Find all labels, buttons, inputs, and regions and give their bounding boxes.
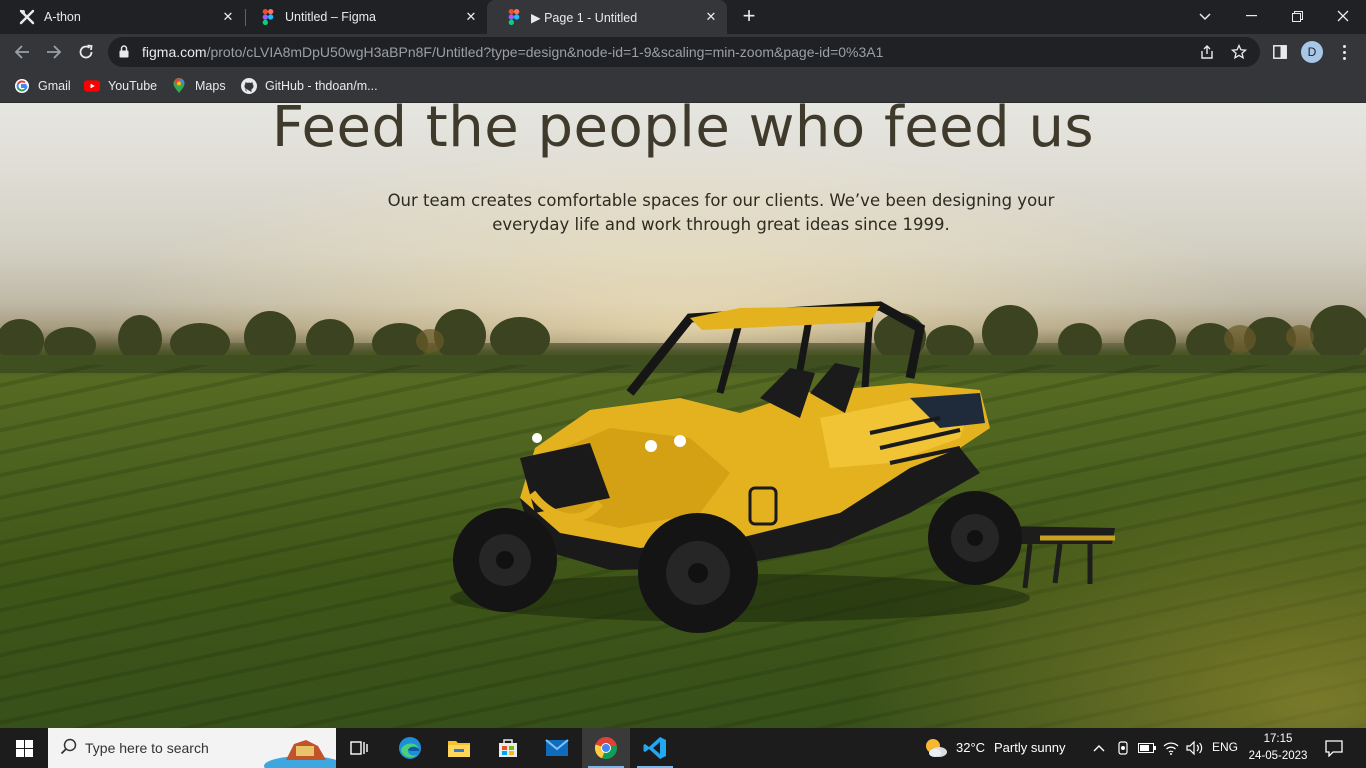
tab-title: A-thon: [44, 10, 81, 24]
bookmark-star-icon[interactable]: [1230, 43, 1248, 61]
wheel-front-left: [453, 508, 557, 612]
chevron-up-icon[interactable]: [1090, 739, 1108, 757]
clock-time: 17:15: [1263, 733, 1293, 745]
figma-prototype-viewport: Feed the people who feed us Our team cre…: [0, 103, 1366, 728]
wheel-rear: [928, 491, 1022, 585]
figma-icon: [260, 9, 276, 25]
windows-taskbar: Type here to search 32°C Partly sunny EN…: [0, 728, 1366, 768]
close-icon[interactable]: ✕: [701, 7, 721, 27]
task-view-button[interactable]: [336, 728, 384, 768]
hero-title: Feed the people who feed us: [271, 103, 1095, 160]
taskbar-mail[interactable]: [533, 728, 581, 768]
url-path: /proto/cLVIA8mDpU50wgH3aBPn8F/Untitled?t…: [206, 44, 884, 60]
taskbar-vscode[interactable]: [631, 728, 679, 768]
tab-athon[interactable]: A-thon ✕: [0, 0, 244, 34]
menu-kebab-icon[interactable]: [1336, 41, 1352, 63]
figma-icon: [506, 9, 522, 25]
maps-icon: [171, 78, 187, 94]
reload-button[interactable]: [72, 38, 100, 66]
utv-vehicle-image: [450, 301, 1115, 633]
tab-strip: A-thon ✕ Untitled – Figma ✕ ▶ Page 1 - U…: [0, 0, 1366, 34]
close-icon[interactable]: ✕: [218, 7, 238, 27]
bookmark-label: YouTube: [108, 79, 158, 93]
windows-start-button[interactable]: [0, 728, 48, 768]
bookmark-label: Gmail: [38, 79, 71, 93]
edge-icon: [399, 737, 421, 759]
bookmark-maps[interactable]: Maps: [171, 76, 226, 96]
bookmark-label: Maps: [195, 79, 226, 93]
profile-avatar[interactable]: D: [1301, 41, 1323, 63]
bookmarks-bar: Gmail YouTube Maps GitHub - thdoan/m...: [0, 70, 1366, 103]
google-icon: [14, 78, 30, 94]
url-text: figma.com/proto/cLVIA8mDpU50wgH3aBPn8F/U…: [142, 37, 883, 67]
weather-description[interactable]: Partly sunny: [994, 740, 1066, 755]
tab-figma-untitled[interactable]: Untitled – Figma ✕: [241, 0, 487, 34]
forward-button[interactable]: [40, 38, 68, 66]
bookmark-label: GitHub - thdoan/m...: [265, 79, 378, 93]
vscode-icon: [643, 737, 666, 759]
notification-center-button[interactable]: [1318, 728, 1350, 768]
browser-toolbar: figma.com/proto/cLVIA8mDpU50wgH3aBPn8F/U…: [0, 34, 1366, 70]
wheel-front-right: [638, 513, 758, 633]
hero-subtitle: Our team creates comfortable spaces for …: [387, 191, 1055, 234]
github-icon: [241, 78, 257, 94]
volume-icon[interactable]: [1186, 739, 1204, 757]
search-highlight-art-icon: [264, 740, 336, 768]
wifi-icon[interactable]: [1162, 739, 1180, 757]
taskbar-edge[interactable]: [386, 728, 434, 768]
folder-icon: [448, 741, 470, 757]
restore-button[interactable]: [1274, 0, 1320, 32]
taskbar-microsoft-store[interactable]: [484, 728, 532, 768]
store-icon: [499, 739, 517, 757]
mail-icon: [545, 739, 569, 756]
weather-partly-sunny-icon[interactable]: [924, 736, 948, 760]
chrome-icon: [594, 737, 617, 760]
close-window-button[interactable]: [1320, 0, 1366, 32]
input-language[interactable]: ENG: [1212, 740, 1238, 754]
new-tab-button[interactable]: +: [737, 5, 761, 29]
taskbar-chrome[interactable]: [582, 728, 630, 768]
taskbar-clock[interactable]: 17:15 24-05-2023: [1240, 731, 1316, 765]
tab-title: ▶ Page 1 - Untitled: [531, 10, 638, 25]
tab-title: Untitled – Figma: [285, 10, 377, 24]
youtube-icon: [84, 78, 100, 94]
battery-icon[interactable]: [1138, 739, 1156, 757]
notification-icon: [1325, 739, 1343, 757]
minimize-button[interactable]: [1228, 0, 1274, 32]
weather-temperature[interactable]: 32°C: [956, 740, 985, 755]
bookmark-gmail[interactable]: Gmail: [14, 76, 71, 96]
windows-logo-icon: [15, 739, 33, 757]
close-icon[interactable]: ✕: [461, 7, 481, 27]
task-view-icon: [350, 741, 368, 755]
address-bar[interactable]: figma.com/proto/cLVIA8mDpU50wgH3aBPn8F/U…: [108, 37, 1260, 67]
side-panel-icon[interactable]: [1270, 42, 1290, 62]
search-placeholder: Type here to search: [85, 740, 209, 756]
tab-page1-untitled[interactable]: ▶ Page 1 - Untitled ✕: [487, 0, 727, 34]
taskbar-file-explorer[interactable]: [435, 728, 483, 768]
bookmark-youtube[interactable]: YouTube: [84, 76, 157, 96]
clock-date: 24-05-2023: [1248, 750, 1308, 762]
search-icon: [60, 738, 77, 758]
tab-search-chevron-icon[interactable]: [1192, 4, 1218, 30]
lock-icon[interactable]: [119, 45, 129, 63]
back-button[interactable]: [8, 38, 36, 66]
meet-now-icon[interactable]: [1114, 739, 1132, 757]
bookmark-github[interactable]: GitHub - thdoan/m...: [241, 76, 378, 96]
url-host: figma.com: [142, 44, 207, 60]
share-icon[interactable]: [1198, 43, 1216, 61]
athon-icon: [19, 9, 35, 25]
taskbar-search-box[interactable]: Type here to search: [48, 728, 336, 768]
